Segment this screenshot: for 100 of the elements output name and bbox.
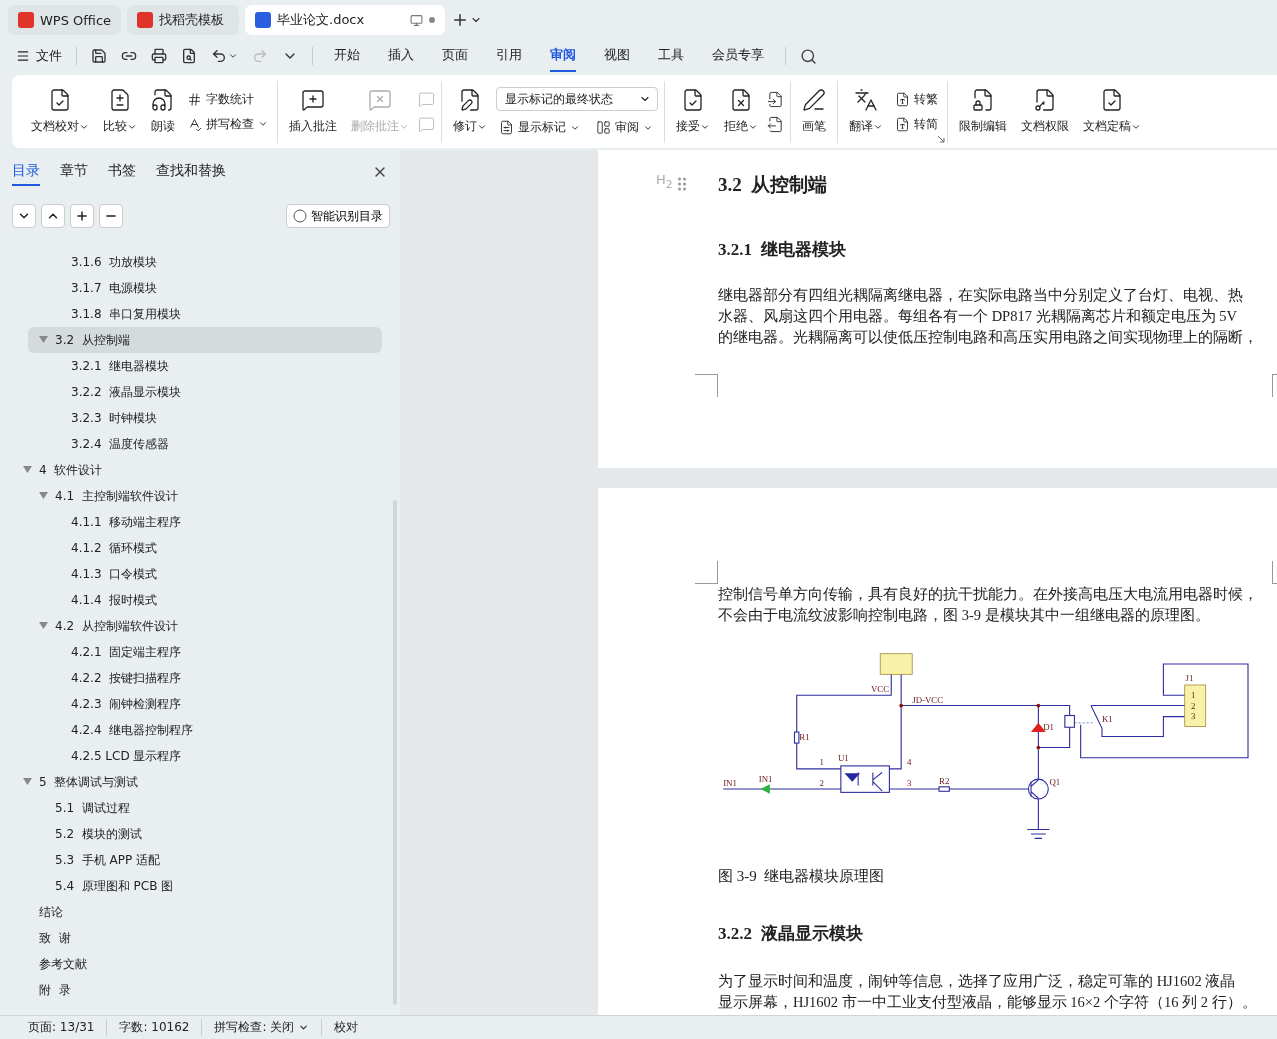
toc-item[interactable]: 3.2.3 时钟模块: [44, 405, 382, 431]
ribbon-small-button[interactable]: 拼写检查: [184, 115, 271, 133]
status-dropdown[interactable]: 拼写检查: 关闭: [202, 1019, 323, 1036]
collapse-triangle-icon[interactable]: [23, 466, 32, 473]
schematic-label: R2: [939, 776, 950, 787]
document-reject-icon: [729, 88, 753, 112]
toc-item[interactable]: 3.2.4 温度传感器: [44, 431, 382, 457]
ribbon-button[interactable]: 文档定稿: [1078, 86, 1146, 137]
collapse-button[interactable]: [41, 204, 65, 228]
ribbon-button[interactable]: 文档校对: [26, 86, 94, 137]
ribbon-tab[interactable]: 开始: [334, 40, 360, 72]
expand-button[interactable]: [12, 204, 36, 228]
toc-item[interactable]: 致 谢: [12, 925, 382, 951]
toc-item[interactable]: 5.3 手机 APP 适配: [28, 847, 382, 873]
delete-comment-icon: [368, 88, 392, 112]
ribbon-button[interactable]: 朗读: [146, 86, 180, 137]
toc-item[interactable]: 4.2.2 按键扫描程序: [44, 665, 382, 691]
app-logo-icon: [137, 12, 154, 28]
ribbon-button[interactable]: 修订: [448, 86, 492, 137]
toc-item[interactable]: 4 软件设计: [12, 457, 382, 483]
toc-item[interactable]: 参考文献: [12, 951, 382, 977]
convert-icon: [895, 91, 910, 107]
ribbon-tab[interactable]: 会员专享: [712, 40, 764, 72]
collapse-triangle-icon[interactable]: [39, 492, 48, 499]
toc-item[interactable]: 4.2 从控制端软件设计: [28, 613, 382, 639]
ribbon-small-button[interactable]: 显示标记: [496, 119, 583, 136]
dialog-launcher-icon[interactable]: [938, 135, 945, 143]
status-text: 字数: 10162: [107, 1019, 203, 1036]
toc-item[interactable]: 4.1.1 移动端主程序: [44, 509, 382, 535]
toc-item[interactable]: 4.2.1 固定端主程序: [44, 639, 382, 665]
ribbon-button[interactable]: 限制编辑: [954, 86, 1012, 137]
toolbar-button[interactable]: [211, 48, 238, 64]
ribbon-tab[interactable]: 页面: [442, 40, 468, 72]
app-tab[interactable]: 毕业论文.docx: [245, 5, 446, 35]
schematic-label: 1: [1191, 690, 1196, 701]
ribbon-small-button[interactable]: 转简: [892, 115, 941, 133]
ribbon-button[interactable]: 翻译: [844, 86, 888, 137]
smart-toc-button[interactable]: 智能识别目录: [286, 204, 390, 228]
toc-item[interactable]: 3.1.6 功放模块: [44, 249, 382, 275]
sidebar-tab[interactable]: 目录: [12, 158, 40, 186]
tab-label: 找稻壳模板: [159, 11, 226, 29]
toc-item[interactable]: 3.1.7 电源模块: [44, 275, 382, 301]
app-logo-icon: [18, 12, 34, 28]
ribbon-tab[interactable]: 审阅: [550, 40, 576, 72]
app-tab[interactable]: 找稻壳模板: [127, 5, 240, 35]
toc-item[interactable]: 4.2.3 闹钟检测程序: [44, 691, 382, 717]
toc-item[interactable]: 5.2 模块的测试: [28, 821, 382, 847]
ribbon-small-button[interactable]: 字数统计: [184, 90, 271, 108]
toc-item[interactable]: 4.2.4 继电器控制程序: [44, 717, 382, 743]
tab-label: WPS Office: [40, 12, 112, 28]
new-tab-button[interactable]: [451, 11, 483, 29]
toc-item[interactable]: 5.1 调试过程: [28, 795, 382, 821]
collapse-triangle-icon[interactable]: [39, 622, 48, 629]
compare-icon: [108, 88, 132, 112]
toolbar-button[interactable]: [91, 48, 107, 64]
ribbon-tab[interactable]: 工具: [658, 40, 684, 72]
paragraph-line: 为了显示时间和温度，闹钟等信息，选择了应用广泛，稳定可靠的 HJ1602 液晶: [718, 972, 1237, 991]
markup-select[interactable]: 显示标记的最终状态: [496, 87, 658, 111]
sidebar-tab[interactable]: 书签: [108, 158, 136, 186]
add-button[interactable]: [70, 204, 94, 228]
unsaved-dot-icon: [429, 17, 436, 23]
ribbon-button[interactable]: 比较: [98, 86, 142, 137]
toc-item[interactable]: 4.1.4 报时模式: [44, 587, 382, 613]
ribbon-button[interactable]: 文档权限: [1016, 86, 1074, 137]
toc-item[interactable]: 4.1 主控制端软件设计: [28, 483, 382, 509]
remove-button[interactable]: [99, 204, 123, 228]
toc-item[interactable]: 3.2.2 液晶显示模块: [44, 379, 382, 405]
ribbon-small-button[interactable]: 审阅: [593, 119, 656, 136]
ribbon-small-button[interactable]: 转繁: [892, 90, 941, 108]
toc-item[interactable]: 3.1.8 串口复用模块: [44, 301, 382, 327]
collapse-triangle-icon[interactable]: [23, 778, 32, 785]
toc-item[interactable]: 结论: [12, 899, 382, 925]
schematic-label: J1: [1185, 672, 1194, 683]
ribbon-button[interactable]: 画笔: [797, 86, 831, 137]
toc-item[interactable]: 4.2.5 LCD 显示程序: [44, 743, 382, 769]
sidebar-tab[interactable]: 章节: [60, 158, 88, 186]
toolbar-button[interactable]: [151, 48, 167, 64]
ribbon-button[interactable]: 接受: [671, 86, 715, 137]
toc-item[interactable]: 3.2 从控制端: [28, 327, 382, 353]
search-icon[interactable]: [800, 47, 817, 65]
toc-item[interactable]: 3.2.1 继电器模块: [44, 353, 382, 379]
ribbon-button[interactable]: 拒绝: [719, 86, 763, 137]
ribbon-tab[interactable]: 视图: [604, 40, 630, 72]
toc-item[interactable]: 附 录: [12, 977, 382, 1003]
caret-icon: [228, 51, 238, 61]
toolbar-button[interactable]: [181, 48, 197, 64]
sidebar-tab[interactable]: 查找和替换: [156, 158, 226, 186]
ribbon-tab[interactable]: 引用: [496, 40, 522, 72]
app-tab[interactable]: WPS Office: [8, 5, 122, 35]
ribbon-tab[interactable]: 插入: [388, 40, 414, 72]
ribbon-button[interactable]: 插入批注: [284, 86, 342, 137]
status-text[interactable]: 校对: [322, 1019, 371, 1036]
toc-item[interactable]: 4.1.3 口令模式: [44, 561, 382, 587]
document-check-icon: [1100, 88, 1124, 112]
drag-handle-icon[interactable]: [678, 177, 686, 191]
toc-item[interactable]: 5.4 原理图和 PCB 图: [28, 873, 382, 899]
toc-item[interactable]: 5 整体调试与测试: [12, 769, 382, 795]
monitor-icon[interactable]: [410, 13, 424, 27]
file-menu[interactable]: 文件: [16, 47, 62, 65]
toc-item[interactable]: 4.1.2 循环模式: [44, 535, 382, 561]
